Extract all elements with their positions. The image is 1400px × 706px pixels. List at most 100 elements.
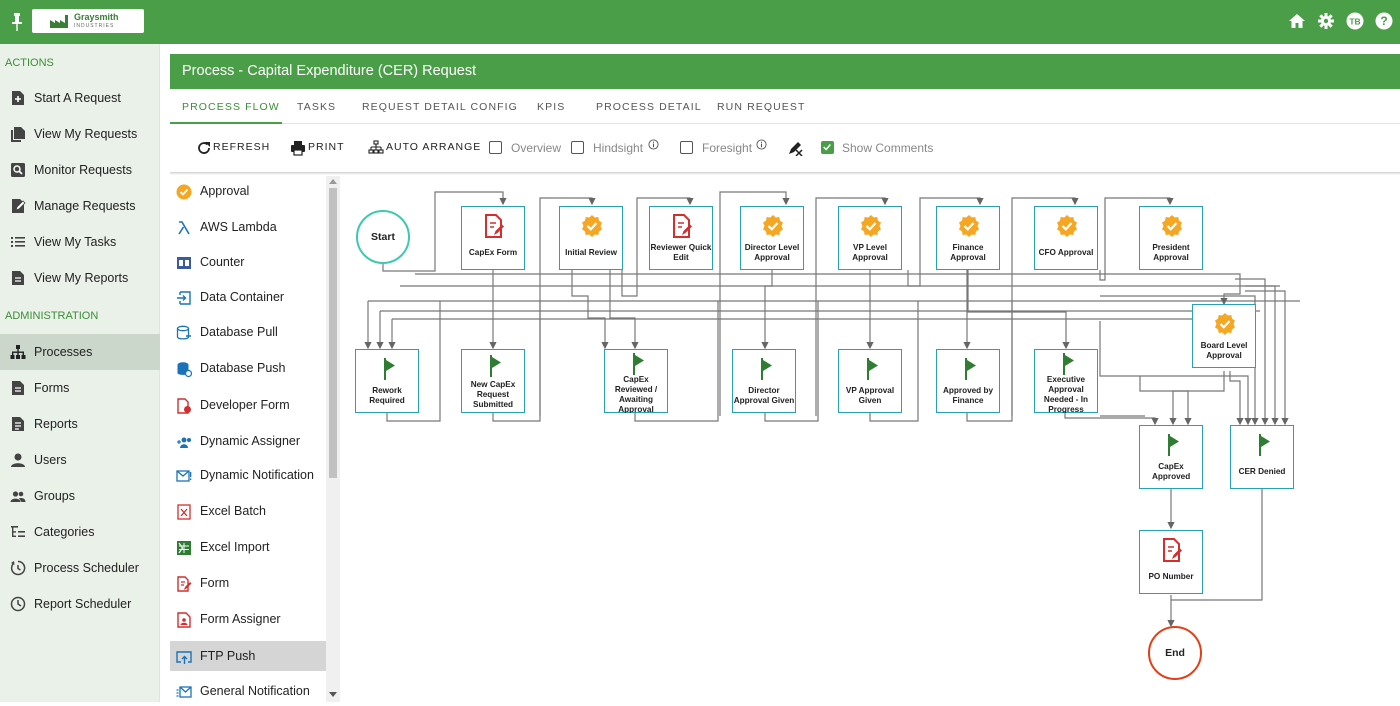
node-executive-approval-needed[interactable]: Executive Approval Needed - In Progress — [1034, 349, 1098, 413]
palette-item-excel-import[interactable]: Excel Import — [170, 532, 327, 562]
sidebar-item-view-my-tasks[interactable]: View My Tasks — [0, 224, 160, 260]
draw-clear-icon[interactable] — [787, 140, 803, 156]
palette-item-database-push[interactable]: Database Push — [170, 353, 327, 383]
hindsight-checkbox[interactable] — [571, 141, 584, 154]
palette-item-form[interactable]: Form — [170, 568, 327, 598]
approval-badge-icon — [763, 215, 783, 237]
flag-icon — [867, 358, 878, 380]
sidebar-item-monitor-requests[interactable]: Monitor Requests — [0, 152, 160, 188]
node-board-level-approval[interactable]: Board Level Approval — [1192, 304, 1256, 368]
sidebar-item-report-scheduler[interactable]: Report Scheduler — [0, 586, 160, 622]
node-new-capex-request-submitted[interactable]: New CapEx Request Submitted — [461, 349, 525, 413]
palette-item-dynamic-assigner[interactable]: Dynamic Assigner — [170, 426, 327, 456]
palette-item-database-pull[interactable]: Database Pull — [170, 317, 327, 347]
process-flow-canvas[interactable]: Start End CapEx Form Initial Review Revi… — [340, 176, 1400, 702]
node-approved-by-finance[interactable]: Approved by Finance — [936, 349, 1000, 413]
tab-kpis[interactable]: KPIS — [537, 101, 565, 113]
overview-checkbox[interactable] — [489, 141, 502, 154]
palette-item-dynamic-notification[interactable]: Dynamic Notification — [170, 460, 327, 490]
sidebar-item-forms[interactable]: Forms — [0, 370, 160, 406]
sidebar-item-process-scheduler[interactable]: Process Scheduler — [0, 550, 160, 586]
node-cer-denied[interactable]: CER Denied — [1230, 425, 1294, 489]
start-request-icon — [12, 91, 24, 105]
scroll-up-icon[interactable] — [329, 178, 337, 184]
scroll-down-icon[interactable] — [329, 692, 337, 698]
node-cfo-approval[interactable]: CFO Approval — [1034, 206, 1098, 270]
approval-badge-icon — [1215, 313, 1235, 335]
node-vp-level-approval[interactable]: VP Level Approval — [838, 206, 902, 270]
node-director-level-approval[interactable]: Director Level Approval — [740, 206, 804, 270]
excel-import-icon — [177, 541, 191, 555]
palette-item-data-container[interactable]: Data Container — [170, 282, 327, 312]
auto-arrange-icon[interactable] — [368, 140, 384, 156]
scrollbar-thumb[interactable] — [329, 188, 337, 478]
palette-item-form-assigner[interactable]: Form Assigner — [170, 604, 327, 634]
sidebar-item-processes[interactable]: Processes — [0, 334, 160, 370]
node-initial-review[interactable]: Initial Review — [559, 206, 623, 270]
auto-arrange-button[interactable]: AUTO ARRANGE — [386, 141, 481, 153]
node-finance-approval[interactable]: Finance Approval — [936, 206, 1000, 270]
company-logo[interactable]: Graysmith INDUSTRIES — [32, 9, 144, 33]
node-director-approval-given[interactable]: Director Approval Given — [732, 349, 796, 413]
node-po-number[interactable]: PO Number — [1139, 530, 1203, 594]
brand-name: Graysmith — [74, 12, 119, 22]
palette-item-aws-lambda[interactable]: AWS Lambda — [170, 212, 327, 242]
foresight-checkbox[interactable] — [680, 141, 693, 154]
palette-item-developer-form[interactable]: Developer Form — [170, 390, 327, 420]
node-capex-approved[interactable]: CapEx Approved — [1139, 425, 1203, 489]
tab-request-detail-config[interactable]: REQUEST DETAIL CONFIG — [362, 101, 518, 113]
tab-tasks[interactable]: TASKS — [297, 101, 336, 113]
user-avatar[interactable]: TB — [1346, 12, 1364, 30]
palette-item-counter[interactable]: Counter — [170, 247, 327, 277]
factory-logo-icon — [50, 15, 68, 28]
node-vp-approval-given[interactable]: VP Approval Given — [838, 349, 902, 413]
sidebar-item-manage-requests[interactable]: Manage Requests — [0, 188, 160, 224]
palette-item-approval[interactable]: Approval — [170, 176, 327, 206]
refresh-button[interactable]: REFRESH — [213, 141, 270, 153]
palette-scrollbar[interactable] — [326, 176, 340, 702]
palette-item-excel-batch[interactable]: Excel Batch — [170, 496, 327, 526]
flag-icon — [1063, 353, 1074, 375]
sidebar: ACTIONS Start A Request View My Requests… — [0, 44, 160, 702]
show-comments-label: Show Comments — [842, 141, 934, 155]
sidebar-item-view-my-requests[interactable]: View My Requests — [0, 116, 160, 152]
node-reviewer-quick-edit[interactable]: Reviewer Quick Edit — [649, 206, 713, 270]
end-node[interactable]: End — [1148, 626, 1202, 680]
foresight-info-icon[interactable] — [756, 139, 767, 150]
print-icon[interactable] — [290, 140, 306, 156]
node-capex-reviewed[interactable]: CapEx Reviewed / Awaiting Approval — [604, 349, 668, 413]
monitor-icon — [11, 163, 25, 177]
node-capex-form[interactable]: CapEx Form — [461, 206, 525, 270]
tab-process-detail[interactable]: PROCESS DETAIL — [596, 101, 702, 113]
flag-icon — [633, 353, 644, 375]
home-icon[interactable] — [1288, 12, 1306, 30]
approval-badge-icon — [861, 215, 881, 237]
tab-process-flow[interactable]: PROCESS FLOW — [182, 101, 280, 113]
print-button[interactable]: PRINT — [308, 141, 345, 153]
node-president-approval[interactable]: President Approval — [1139, 206, 1203, 270]
hindsight-info-icon[interactable] — [648, 139, 659, 150]
refresh-icon[interactable] — [196, 140, 212, 156]
form-assigner-icon — [177, 612, 191, 628]
sidebar-item-start-request[interactable]: Start A Request — [0, 80, 160, 116]
sidebar-item-categories[interactable]: Categories — [0, 514, 160, 550]
approval-badge-icon — [1162, 215, 1182, 237]
palette-item-ftp-push[interactable]: FTP Push — [170, 641, 327, 671]
help-icon[interactable]: ? — [1375, 12, 1393, 30]
approval-badge-icon — [959, 215, 979, 237]
pin-icon[interactable] — [10, 12, 24, 32]
excel-batch-icon — [177, 504, 191, 520]
node-rework-required[interactable]: Rework Required — [355, 349, 419, 413]
gear-icon[interactable] — [1317, 12, 1335, 30]
show-comments-checkbox[interactable] — [821, 141, 834, 154]
sidebar-item-reports[interactable]: Reports — [0, 406, 160, 442]
sidebar-item-groups[interactable]: Groups — [0, 478, 160, 514]
developer-form-icon — [177, 398, 191, 414]
flag-icon — [1259, 434, 1270, 456]
tab-run-request[interactable]: RUN REQUEST — [717, 101, 806, 113]
start-node[interactable]: Start — [356, 210, 410, 264]
clock-icon — [10, 596, 26, 612]
sidebar-item-users[interactable]: Users — [0, 442, 160, 478]
form-edit-icon — [485, 214, 504, 238]
sidebar-item-view-my-reports[interactable]: View My Reports — [0, 260, 160, 296]
